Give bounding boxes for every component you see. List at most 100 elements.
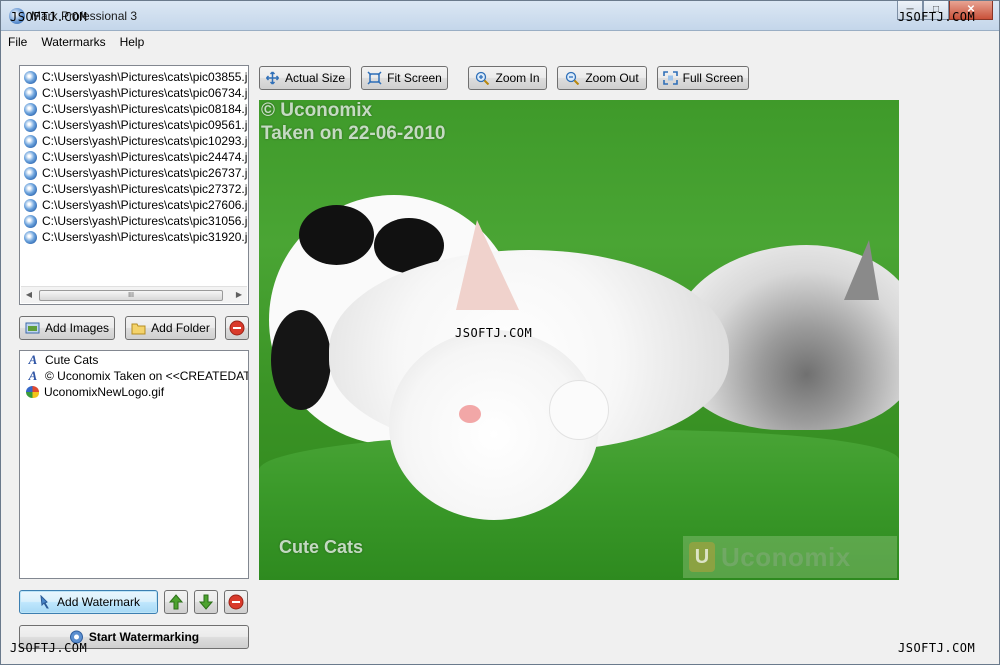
scroll-left-arrow-icon[interactable]: ◀: [22, 289, 36, 301]
start-watermarking-label: Start Watermarking: [88, 630, 200, 644]
file-list-item[interactable]: C:\Users\yash\Pictures\cats\pic27372.jpg: [20, 181, 248, 197]
fit-screen-label: Fit Screen: [387, 71, 442, 85]
file-list-item[interactable]: C:\Users\yash\Pictures\cats\pic03855.jpg: [20, 69, 248, 85]
file-list-item[interactable]: C:\Users\yash\Pictures\cats\pic26737.jpg: [20, 165, 248, 181]
file-list-item[interactable]: C:\Users\yash\Pictures\cats\pic08184.jpg: [20, 101, 248, 117]
watermark-item[interactable]: A © Uconomix Taken on <<CREATEDATE>>: [20, 368, 248, 384]
preview-logo-watermark: U Uconomix: [683, 536, 897, 578]
arrow-down-icon: [199, 594, 213, 610]
file-path: C:\Users\yash\Pictures\cats\pic24474.jpg: [42, 150, 249, 164]
uconomix-logo-icon: U: [689, 542, 715, 572]
add-watermark-label: Add Watermark: [57, 595, 140, 609]
image-file-icon: [24, 166, 37, 180]
actual-size-label: Actual Size: [284, 71, 346, 85]
watermark-item-label: © Uconomix Taken on <<CREATEDATE>>: [45, 369, 248, 383]
file-list-item[interactable]: C:\Users\yash\Pictures\cats\pic24474.jpg: [20, 149, 248, 165]
text-watermark-icon: A: [28, 368, 38, 383]
file-path: C:\Users\yash\Pictures\cats\pic10293.jpg: [42, 134, 249, 148]
file-list-item[interactable]: C:\Users\yash\Pictures\cats\pic09561.jpg: [20, 117, 248, 133]
add-images-icon: [25, 322, 40, 334]
zoom-in-label: Zoom In: [495, 71, 540, 85]
menu-file[interactable]: File: [1, 31, 34, 53]
add-watermark-button[interactable]: Add Watermark: [19, 590, 158, 614]
file-path: C:\Users\yash\Pictures\cats\pic31920.jpg: [42, 230, 249, 244]
preview-logo-text: Uconomix: [721, 541, 851, 572]
preview-watermark-date: Taken on 22-06-2010: [261, 123, 446, 144]
fit-screen-icon: [367, 71, 382, 85]
image-file-icon: [24, 150, 37, 164]
add-folder-label: Add Folder: [151, 321, 210, 335]
site-watermark: JSOFTJ.COM: [10, 641, 88, 655]
remove-watermark-button[interactable]: [224, 590, 248, 614]
image-file-icon: [24, 102, 37, 116]
kitten-paw: [549, 380, 609, 440]
watermark-list[interactable]: A Cute Cats A © Uconomix Taken on <<CREA…: [19, 350, 249, 579]
file-list-item[interactable]: C:\Users\yash\Pictures\cats\pic10293.jpg: [20, 133, 248, 149]
file-path: C:\Users\yash\Pictures\cats\pic08184.jpg: [42, 102, 249, 116]
file-list-item[interactable]: C:\Users\yash\Pictures\cats\pic27606.jpg: [20, 197, 248, 213]
horizontal-scrollbar[interactable]: ◀ III ▶: [21, 286, 247, 303]
arrow-up-icon: [169, 594, 183, 610]
ball-spot: [271, 310, 331, 410]
image-watermark-icon: [26, 386, 39, 398]
scrollbar-thumb[interactable]: III: [39, 290, 223, 301]
full-screen-label: Full Screen: [682, 71, 744, 85]
watermark-item[interactable]: UconomixNewLogo.gif: [20, 384, 248, 400]
zoom-in-button[interactable]: Zoom In: [468, 66, 547, 90]
zoom-out-icon: [566, 71, 580, 85]
watermark-item-label: UconomixNewLogo.gif: [44, 385, 165, 399]
actual-size-icon: [265, 71, 280, 85]
image-file-list[interactable]: C:\Users\yash\Pictures\cats\pic03855.jpg…: [19, 65, 249, 305]
file-path: C:\Users\yash\Pictures\cats\pic31056.jpg: [42, 214, 249, 228]
image-file-icon: [24, 230, 37, 244]
menu-bar: File Watermarks Help: [1, 31, 999, 53]
file-list-item[interactable]: C:\Users\yash\Pictures\cats\pic06734.jpg: [20, 85, 248, 101]
file-path: C:\Users\yash\Pictures\cats\pic27606.jpg: [42, 198, 249, 212]
watermark-item[interactable]: A Cute Cats: [20, 352, 248, 368]
title-bar: Mark Professional 3 ─ □ ✕: [1, 1, 999, 31]
add-images-label: Add Images: [44, 321, 110, 335]
move-up-button[interactable]: [164, 590, 188, 614]
menu-help[interactable]: Help: [113, 31, 152, 53]
pin-icon: [40, 595, 49, 609]
full-screen-icon: [662, 71, 678, 85]
image-file-icon: [24, 134, 37, 148]
site-watermark: JSOFTJ.COM: [10, 10, 88, 24]
file-path: C:\Users\yash\Pictures\cats\pic09561.jpg: [42, 118, 249, 132]
text-watermark-icon: A: [28, 352, 38, 367]
image-file-icon: [24, 70, 37, 84]
image-file-icon: [24, 182, 37, 196]
add-images-button[interactable]: Add Images: [19, 316, 115, 340]
image-file-icon: [24, 198, 37, 212]
menu-watermarks[interactable]: Watermarks: [34, 31, 112, 53]
add-folder-button[interactable]: Add Folder: [125, 316, 216, 340]
fit-screen-button[interactable]: Fit Screen: [361, 66, 448, 90]
preview-watermark-copyright: © Uconomix: [261, 100, 373, 121]
zoom-out-label: Zoom Out: [585, 71, 639, 85]
file-path: C:\Users\yash\Pictures\cats\pic27372.jpg: [42, 182, 249, 196]
file-path: C:\Users\yash\Pictures\cats\pic26737.jpg: [42, 166, 249, 180]
file-list-item[interactable]: C:\Users\yash\Pictures\cats\pic31056.jpg: [20, 213, 248, 229]
site-watermark: JSOFTJ.COM: [455, 326, 533, 340]
zoom-in-icon: [476, 71, 490, 85]
kitten-nose: [459, 405, 481, 423]
ball-spot: [299, 205, 374, 265]
remove-image-button[interactable]: [225, 316, 249, 340]
scroll-right-arrow-icon[interactable]: ▶: [232, 289, 246, 301]
remove-icon: [229, 320, 245, 336]
move-down-button[interactable]: [194, 590, 218, 614]
site-watermark: JSOFTJ.COM: [898, 641, 976, 655]
image-file-icon: [24, 86, 37, 100]
watermark-item-label: Cute Cats: [45, 353, 99, 367]
zoom-out-button[interactable]: Zoom Out: [557, 66, 647, 90]
image-file-icon: [24, 118, 37, 132]
file-list-item[interactable]: C:\Users\yash\Pictures\cats\pic31920.jpg: [20, 229, 248, 245]
preview-watermark-caption: Cute Cats: [279, 537, 364, 557]
file-path: C:\Users\yash\Pictures\cats\pic06734.jpg: [42, 86, 249, 100]
file-path: C:\Users\yash\Pictures\cats\pic03855.jpg: [42, 70, 249, 84]
actual-size-button[interactable]: Actual Size: [259, 66, 351, 90]
folder-icon: [131, 323, 146, 335]
preview-image: © Uconomix Taken on 22-06-2010 Cute Cats…: [259, 100, 899, 580]
image-file-icon: [24, 214, 37, 228]
full-screen-button[interactable]: Full Screen: [657, 66, 749, 90]
